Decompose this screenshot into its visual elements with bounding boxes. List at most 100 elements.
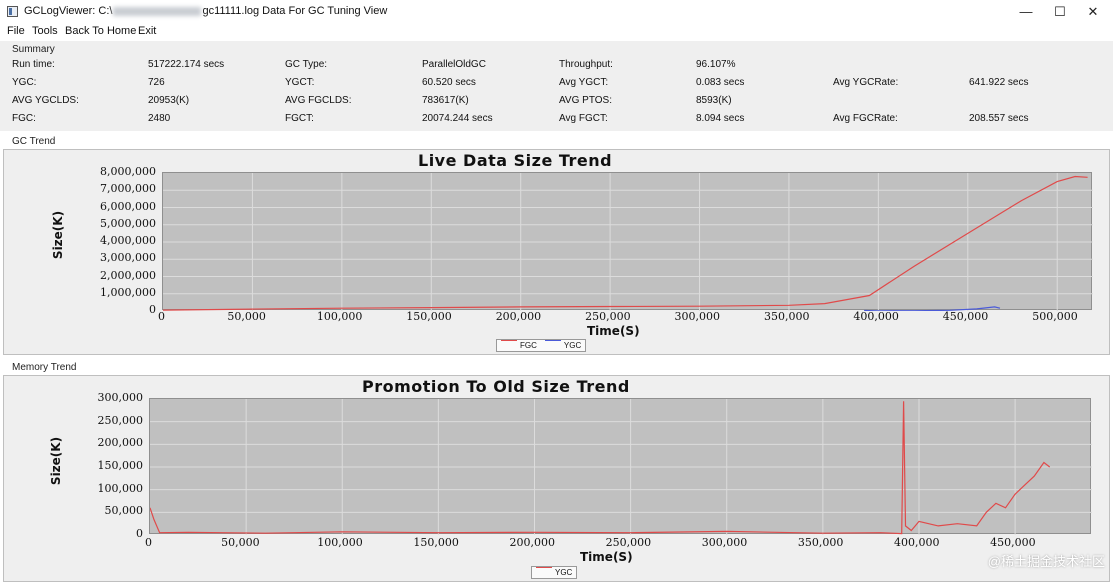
- avg-ygclds-label: AVG YGCLDS:: [12, 95, 79, 106]
- menu-exit[interactable]: Exit: [138, 25, 156, 37]
- app-icon: [7, 6, 18, 17]
- promotion-y-tick-label: 300,000: [97, 391, 144, 404]
- menu-bar: File Tools Back To Home Exit: [0, 24, 1113, 40]
- minimize-button[interactable]: —: [1012, 2, 1040, 22]
- promotion-legend-item-ygc: YGC: [532, 567, 576, 578]
- promotion-chart-title: Promotion To Old Size Trend: [362, 377, 630, 396]
- legend-swatch: [536, 567, 552, 568]
- title-bar: GCLogViewer: C:\ gc11111.log Data For GC …: [0, 0, 1113, 24]
- promotion-y-tick-label: 250,000: [97, 413, 144, 427]
- summary-panel: Summary Run time: 517222.174 secs GC Typ…: [0, 41, 1113, 131]
- live-data-chart-svg: [163, 173, 1093, 311]
- avg-ygclds-value: 20953(K): [148, 95, 190, 106]
- window-title: GCLogViewer: C:\ gc11111.log Data For GC …: [24, 5, 388, 17]
- gc-type-label: GC Type:: [285, 59, 328, 70]
- promotion-plot-area: [149, 398, 1092, 535]
- summary-section-label: Summary: [12, 44, 55, 55]
- ygc-value: 726: [148, 77, 165, 88]
- promotion-x-tick-label: 50,000: [221, 536, 260, 549]
- live-data-y-tick-label: 3,000,000: [100, 251, 156, 265]
- live-data-x-tick-label: 400,000: [853, 310, 899, 323]
- ygc-label: YGC:: [12, 77, 37, 88]
- fgc-label: FGC:: [12, 113, 36, 124]
- live-data-y-tick-label: 2,000,000: [100, 268, 156, 282]
- live-data-x-tick-label: 100,000: [316, 310, 363, 323]
- live-data-y-tick-label: 5,000,000: [100, 216, 156, 230]
- live-data-series-fgc-line: [163, 175, 1088, 311]
- close-button[interactable]: ✕: [1079, 2, 1107, 22]
- promotion-y-axis-title: Size(K): [49, 436, 64, 486]
- promotion-y-tick-label: 100,000: [97, 481, 144, 495]
- live-data-y-tick-label: 1,000,000: [100, 285, 156, 299]
- avg-fgcrate-value: 208.557 secs: [969, 113, 1029, 124]
- promotion-x-axis-title: Time(S): [580, 550, 633, 564]
- promotion-x-tick-label: 100,000: [317, 536, 363, 549]
- live-data-y-tick-label: 7,000,000: [100, 182, 156, 196]
- live-data-x-tick-label: 200,000: [495, 310, 542, 323]
- throughput-label: Throughput:: [559, 59, 613, 70]
- legend-swatch: [501, 340, 517, 341]
- live-data-y-axis-title: Size(K): [51, 210, 66, 260]
- avg-ygcrate-value: 641.922 secs: [969, 77, 1029, 88]
- memory-trend-panel: Promotion To Old Size Trend 0 50,000 100,00…: [3, 375, 1110, 582]
- promotion-chart-svg: [150, 399, 1092, 535]
- live-data-y-tick-label: 6,000,000: [100, 199, 156, 213]
- promotion-x-tick-label: 450,000: [990, 536, 1036, 549]
- avg-fgclds-value: 783617(K): [422, 95, 469, 106]
- ygct-label: YGCT:: [285, 77, 315, 88]
- live-data-y-tick-label: 8,000,000: [100, 165, 156, 178]
- avg-ptos-value: 8593(K): [696, 95, 732, 106]
- legend-label: FGC: [520, 341, 537, 350]
- live-data-x-tick-label: 250,000: [585, 310, 631, 323]
- promotion-x-tick-label: 400,000: [893, 536, 940, 549]
- live-data-x-tick-label: 50,000: [227, 310, 266, 323]
- gc-trend-label: GC Trend: [12, 136, 56, 147]
- legend-label: YGC: [563, 341, 582, 350]
- gc-trend-panel: Live Data Size Trend 0 1,000,000 2,000,000 3…: [3, 149, 1110, 355]
- maximize-button[interactable]: ☐: [1046, 2, 1074, 22]
- avg-fgct-label: Avg FGCT:: [559, 113, 608, 124]
- live-data-legend: FGC YGC: [496, 339, 587, 352]
- gc-type-value: ParallelOldGC: [422, 59, 486, 70]
- menu-back-to-home[interactable]: Back To Home: [65, 25, 136, 37]
- fgct-value: 20074.244 secs: [422, 113, 493, 124]
- avg-fgct-value: 8.094 secs: [696, 113, 745, 124]
- live-data-plot-area: [162, 172, 1093, 311]
- promotion-legend: YGC: [531, 566, 578, 579]
- live-data-x-tick-label: 0: [158, 310, 165, 323]
- avg-fgcrate-label: Avg FGCRate:: [833, 113, 898, 124]
- avg-fgclds-label: AVG FGCLDS:: [285, 95, 352, 106]
- redacted-path: [113, 6, 202, 16]
- live-data-x-tick-label: 350,000: [763, 310, 810, 323]
- promotion-x-tick-label: 150,000: [413, 536, 459, 549]
- live-data-legend-item-fgc: FGC: [497, 340, 541, 351]
- run-time-value: 517222.174 secs: [148, 59, 225, 70]
- throughput-value: 96.107%: [696, 59, 736, 70]
- menu-tools[interactable]: Tools: [32, 25, 58, 37]
- menu-file[interactable]: File: [7, 25, 25, 37]
- legend-label: YGC: [555, 568, 573, 577]
- legend-swatch: [544, 340, 561, 341]
- promotion-x-tick-label: 0: [145, 536, 152, 549]
- live-data-y-tick-label: 4,000,000: [100, 234, 156, 247]
- live-data-legend-item-ygc: YGC: [541, 340, 585, 351]
- watermark: @稀土掘金技术社区: [987, 554, 1105, 569]
- fgct-label: FGCT:: [285, 113, 314, 124]
- live-data-x-tick-label: 300,000: [674, 310, 721, 323]
- promotion-x-tick-label: 250,000: [605, 536, 652, 549]
- ygct-value: 60.520 secs: [422, 77, 476, 88]
- live-data-x-axis-title: Time(S): [587, 324, 640, 338]
- promotion-x-tick-label: 300,000: [701, 536, 748, 549]
- avg-ptos-label: AVG PTOS:: [559, 95, 612, 106]
- promotion-y-tick-label: 0: [136, 527, 143, 540]
- live-data-chart-title: Live Data Size Trend: [418, 151, 613, 170]
- promotion-x-tick-label: 200,000: [509, 536, 555, 549]
- promotion-x-tick-label: 350,000: [797, 536, 844, 549]
- live-data-x-tick-label: 500,000: [1032, 310, 1078, 323]
- promotion-y-tick-label: 200,000: [97, 436, 144, 450]
- promotion-y-tick-label: 150,000: [97, 459, 144, 472]
- avg-ygct-label: Avg YGCT:: [559, 77, 609, 88]
- avg-ygcrate-label: Avg YGCRate:: [833, 77, 899, 88]
- live-data-y-tick-label: 0: [149, 303, 156, 316]
- avg-ygct-value: 0.083 secs: [696, 77, 745, 88]
